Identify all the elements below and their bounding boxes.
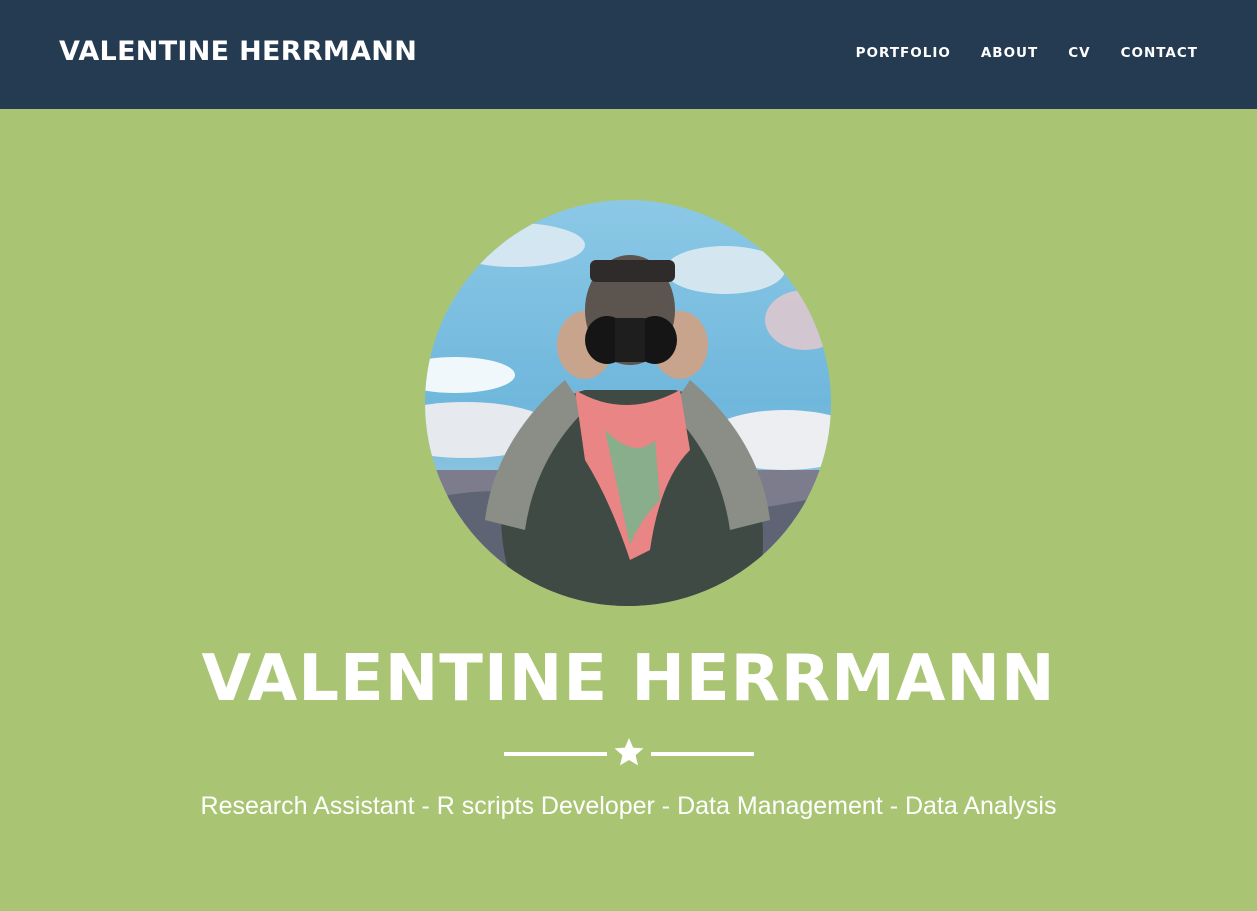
nav-menu: PORTFOLIO ABOUT CV CONTACT [856, 45, 1198, 61]
star-divider [504, 735, 754, 771]
hero-section: VALENTINE HERRMANN Research Assistant - … [0, 109, 1257, 911]
divider-line-left [504, 752, 607, 756]
hero-subtitle: Research Assistant - R scripts Developer… [200, 792, 1057, 820]
divider-line-right [651, 752, 754, 756]
nav-link-cv[interactable]: CV [1068, 45, 1090, 61]
navbar: VALENTINE HERRMANN PORTFOLIO ABOUT CV CO… [0, 0, 1257, 109]
brand-link[interactable]: VALENTINE HERRMANN [59, 36, 417, 67]
nav-link-about[interactable]: ABOUT [981, 45, 1038, 61]
nav-link-contact[interactable]: CONTACT [1121, 45, 1198, 61]
nav-link-portfolio[interactable]: PORTFOLIO [856, 45, 951, 61]
hero-title: VALENTINE HERRMANN [201, 642, 1056, 716]
profile-photo [425, 200, 831, 606]
profile-avatar [425, 200, 831, 606]
star-icon [614, 738, 644, 766]
